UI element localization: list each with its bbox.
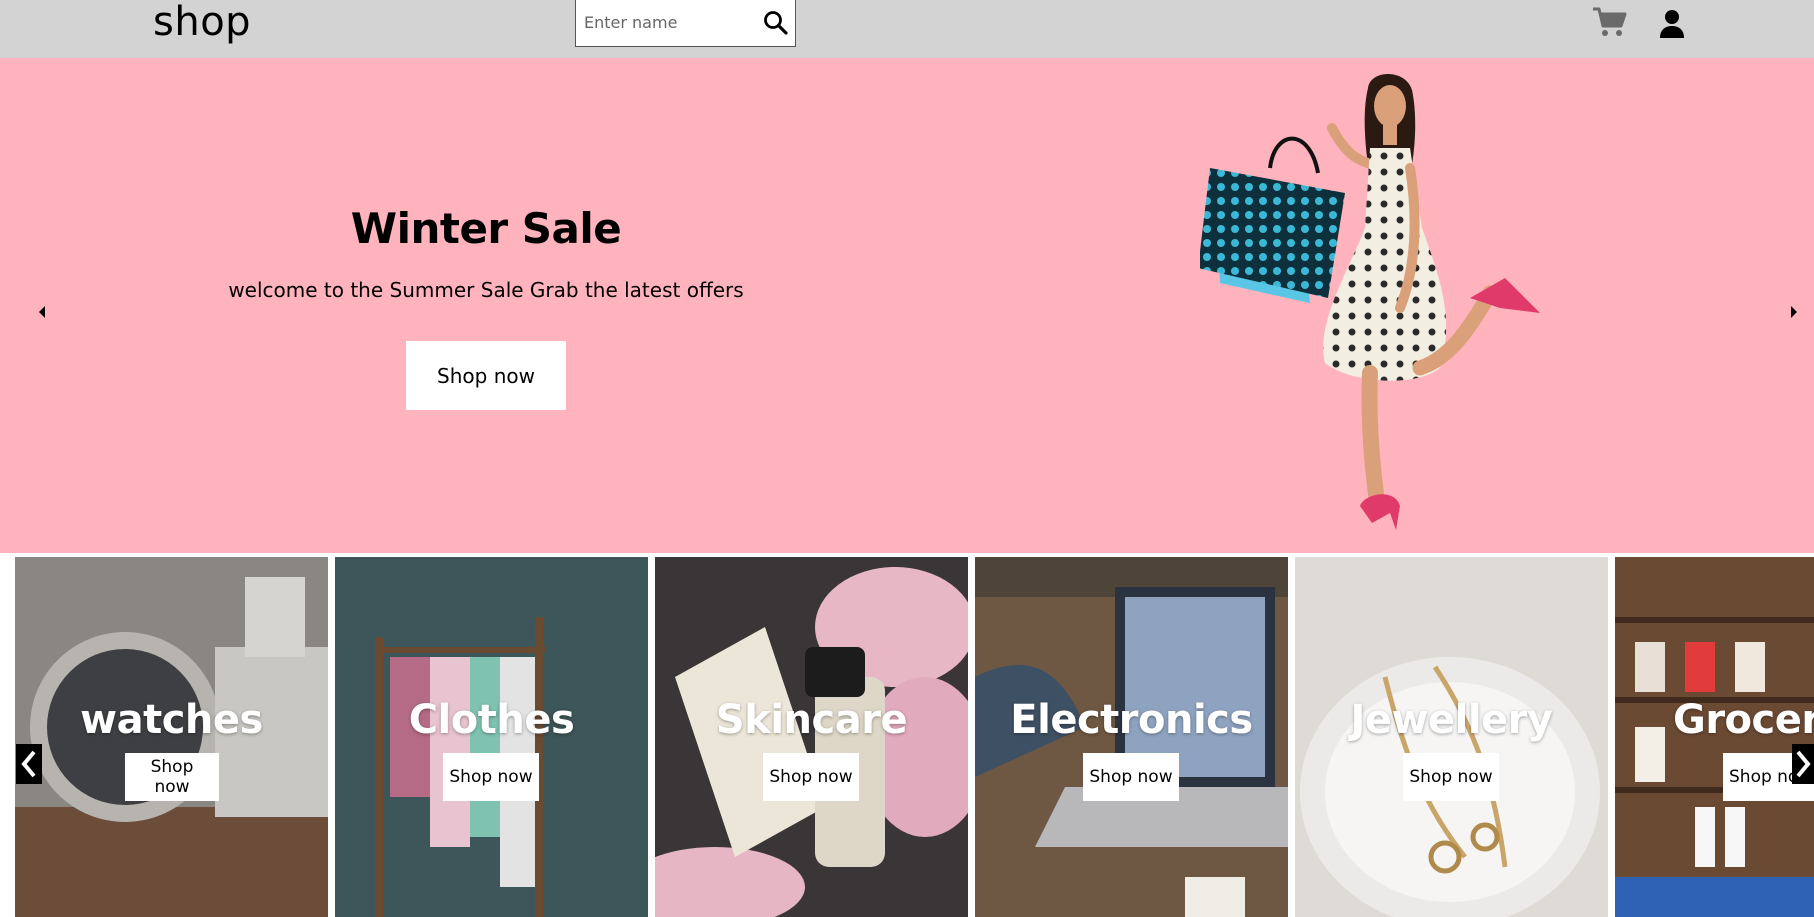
shopping-woman-image bbox=[1200, 74, 1540, 530]
hero-shop-now-button[interactable]: Shop now bbox=[406, 341, 566, 410]
category-card-clothes[interactable]: Clothes Shop now bbox=[335, 557, 648, 917]
category-next-arrow[interactable] bbox=[1792, 744, 1814, 784]
search-button[interactable] bbox=[761, 8, 791, 38]
category-card-grocery[interactable]: Grocer Shop no bbox=[1615, 557, 1814, 917]
category-title: Electronics bbox=[1010, 697, 1253, 743]
hero-subtitle: welcome to the Summer Sale Grab the late… bbox=[228, 278, 744, 302]
cart-button[interactable] bbox=[1592, 6, 1628, 38]
search-box bbox=[575, 0, 796, 47]
category-card-jewellery[interactable]: Jewellery Shop now bbox=[1295, 557, 1608, 917]
cart-icon bbox=[1593, 7, 1627, 36]
category-title: watches bbox=[80, 697, 263, 743]
caret-left-icon bbox=[39, 306, 45, 318]
category-shop-now-button[interactable]: Shop now bbox=[763, 753, 859, 801]
hero-banner: Winter Sale welcome to the Summer Sale G… bbox=[0, 58, 1814, 553]
category-shop-now-button[interactable]: Shop now bbox=[125, 753, 219, 801]
category-prev-arrow[interactable] bbox=[16, 744, 42, 784]
category-shop-now-button[interactable]: Shop now bbox=[443, 753, 539, 801]
category-title: Clothes bbox=[408, 697, 575, 743]
user-icon bbox=[1660, 10, 1684, 38]
caret-right-icon bbox=[1791, 306, 1797, 318]
chevron-left-icon bbox=[21, 750, 36, 778]
top-header: shop bbox=[0, 0, 1814, 58]
account-button[interactable] bbox=[1657, 8, 1687, 40]
category-shop-now-button[interactable]: Shop now bbox=[1083, 753, 1179, 801]
category-title: Skincare bbox=[715, 697, 908, 743]
category-card-watches[interactable]: watches Shop now bbox=[15, 557, 328, 917]
category-shop-now-button[interactable]: Shop now bbox=[1403, 753, 1499, 801]
category-carousel: watches Shop now Clothes Shop now Skinca… bbox=[0, 553, 1814, 917]
site-logo[interactable]: shop bbox=[153, 0, 251, 44]
category-title: Grocer bbox=[1673, 697, 1814, 743]
search-input[interactable] bbox=[584, 10, 754, 34]
search-icon bbox=[764, 11, 788, 35]
category-card-skincare[interactable]: Skincare Shop now bbox=[655, 557, 968, 917]
hero-next-arrow[interactable] bbox=[1788, 304, 1800, 320]
chevron-right-icon bbox=[1796, 750, 1811, 778]
category-card-electronics[interactable]: Electronics Shop now bbox=[975, 557, 1288, 917]
hero-prev-arrow[interactable] bbox=[36, 304, 48, 320]
category-title: Jewellery bbox=[1350, 697, 1553, 743]
hero-title: Winter Sale bbox=[350, 204, 622, 253]
